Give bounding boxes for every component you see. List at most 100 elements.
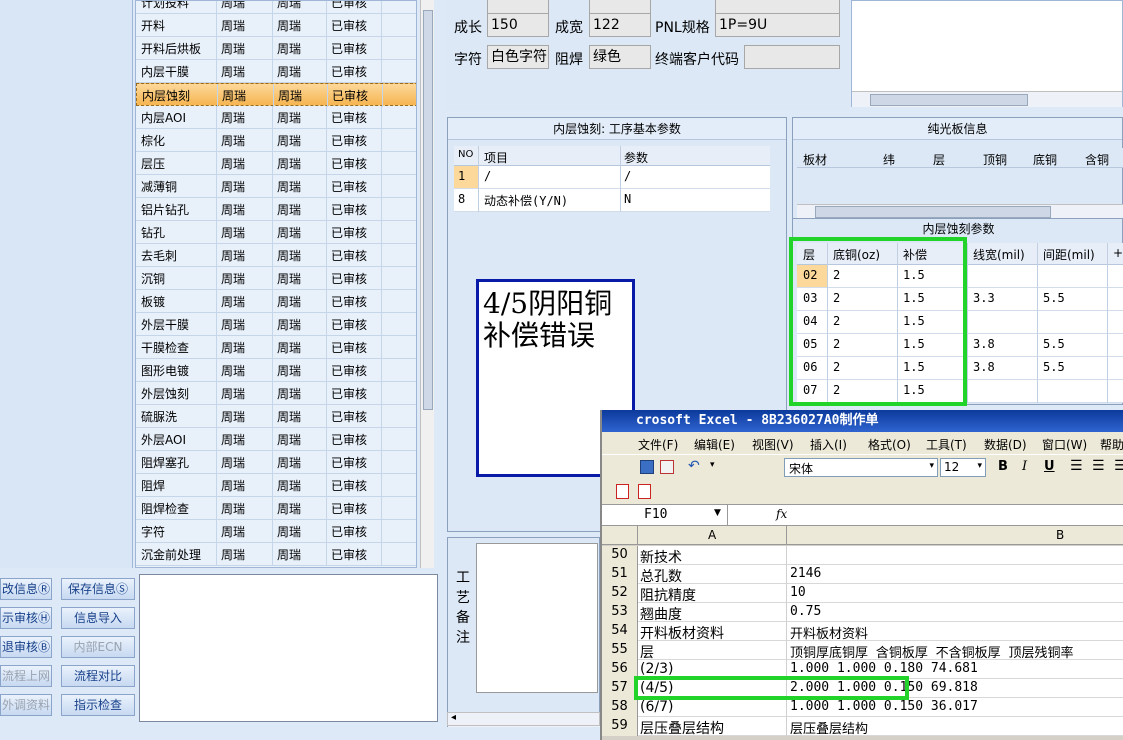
menu-item[interactable]: 窗口(W) xyxy=(1042,436,1087,453)
underline-icon[interactable]: U xyxy=(1044,459,1055,474)
list-item[interactable]: 开料后烘板 周瑞 周瑞 已审核 xyxy=(136,37,416,60)
menu-item[interactable]: 编辑(E) xyxy=(694,436,735,453)
table-row[interactable]: 8 动态补偿(Y/N) N xyxy=(454,189,770,212)
list-item[interactable]: 计划投料 周瑞 周瑞 已审核 xyxy=(136,1,416,14)
list-item[interactable]: 阻焊塞孔 周瑞 周瑞 已审核 xyxy=(136,451,416,474)
instruction-check-button[interactable]: 指示检查 xyxy=(61,694,135,716)
row-number[interactable]: 58 xyxy=(602,698,638,717)
scroll-left-icon[interactable]: ◂ xyxy=(451,712,456,723)
cell-a[interactable]: (6/7) xyxy=(640,699,673,715)
list-item[interactable]: 外层AOI 周瑞 周瑞 已审核 xyxy=(136,428,416,451)
row-number[interactable]: 56 xyxy=(602,660,638,679)
align-left-icon[interactable]: ☰ xyxy=(1070,458,1083,474)
table-row[interactable]: 59 层压叠层结构 层压叠层结构 xyxy=(602,717,1123,738)
edit-info-button[interactable]: 改信息Ⓡ xyxy=(0,578,52,600)
info-import-button[interactable]: 信息导入 xyxy=(61,607,135,629)
list-item[interactable]: 外层干膜 周瑞 周瑞 已审核 xyxy=(136,313,416,336)
table-row[interactable]: 50 新技术 xyxy=(602,546,1123,567)
menu-item[interactable]: 数据(D) xyxy=(984,436,1027,453)
list-item[interactable]: 外层蚀刻 周瑞 周瑞 已审核 xyxy=(136,382,416,405)
flow-upload-button[interactable]: 流程上网 xyxy=(0,665,52,687)
scrollbar-thumb[interactable] xyxy=(815,206,1051,218)
pnl-field[interactable]: 1P=9U xyxy=(715,13,840,37)
cell-b[interactable]: 顶铜厚底铜厚 含铜板厚 不含铜板厚 顶层残铜率 xyxy=(790,642,1073,661)
list-item[interactable]: 沉金前处理 周瑞 周瑞 已审核 xyxy=(136,543,416,566)
cell-b[interactable]: 层压叠层结构 xyxy=(790,718,868,737)
list-item[interactable]: 钻孔 周瑞 周瑞 已审核 xyxy=(136,221,416,244)
row-number[interactable]: 57 xyxy=(602,679,638,698)
undo-dropdown-icon[interactable]: ▾ xyxy=(710,460,715,470)
cell-a[interactable]: 新技术 xyxy=(640,547,682,567)
table-row[interactable]: 1 / / xyxy=(454,166,770,189)
notes-textarea[interactable] xyxy=(139,574,438,722)
save-icon[interactable] xyxy=(640,460,654,474)
menu-item[interactable]: 格式(O) xyxy=(868,436,911,453)
menu-item[interactable]: 插入(I) xyxy=(810,436,847,453)
excel-title-bar[interactable]: crosoft Excel - 8B236027A0制作单 xyxy=(602,410,1123,432)
width-field[interactable]: 122 xyxy=(589,13,651,37)
process-list-scrollbar[interactable] xyxy=(420,0,434,568)
menu-item[interactable]: 帮助 xyxy=(1100,436,1123,453)
row-number[interactable]: 54 xyxy=(602,622,638,641)
bottom-scrollbar[interactable]: ◂ xyxy=(447,712,600,726)
list-item[interactable]: 层压 周瑞 周瑞 已审核 xyxy=(136,152,416,175)
cell-a[interactable]: 翘曲度 xyxy=(640,604,682,624)
list-item[interactable]: 硫脲洗 周瑞 周瑞 已审核 xyxy=(136,405,416,428)
table-row[interactable]: 58 (6/7) 1.000 1.000 0.150 36.017 xyxy=(602,698,1123,717)
column-a-header[interactable]: A xyxy=(708,528,716,542)
save-info-button[interactable]: 保存信息Ⓢ xyxy=(61,578,135,600)
growth-field[interactable]: 150 xyxy=(487,13,549,37)
menu-item[interactable]: 视图(V) xyxy=(752,436,794,453)
table-row[interactable]: 53 翘曲度 0.75 xyxy=(602,603,1123,624)
scrollbar-thumb[interactable] xyxy=(423,10,433,410)
align-center-icon[interactable]: ☰ xyxy=(1092,458,1105,474)
cell-a[interactable]: 层压叠层结构 xyxy=(640,718,724,738)
pdf-mail-icon[interactable] xyxy=(638,484,651,499)
row-number[interactable]: 52 xyxy=(602,584,638,603)
cell-b[interactable]: 1.000 1.000 0.180 74.681 xyxy=(790,661,978,676)
menu-item[interactable]: 文件(F) xyxy=(638,436,678,453)
bold-icon[interactable]: B xyxy=(998,459,1008,474)
mask-field[interactable]: 绿色 xyxy=(589,45,651,69)
cell-a[interactable]: (2/3) xyxy=(640,661,673,677)
list-item[interactable]: 内层干膜 周瑞 周瑞 已审核 xyxy=(136,60,416,83)
basic-params-grid[interactable]: NO 项目 参数 1 / / 8 动态补偿(Y/N) N xyxy=(454,146,770,212)
list-item[interactable]: 沉铜 周瑞 周瑞 已审核 xyxy=(136,267,416,290)
internal-ecn-button[interactable]: 内部ECN xyxy=(61,636,135,658)
cell-b[interactable]: 2146 xyxy=(790,566,821,581)
list-item[interactable]: 减薄铜 周瑞 周瑞 已审核 xyxy=(136,175,416,198)
table-row[interactable]: 55 层 顶铜厚底铜厚 含铜板厚 不含铜板厚 顶层残铜率 xyxy=(602,641,1123,662)
print-icon[interactable] xyxy=(660,460,674,474)
list-item[interactable]: 开料 周瑞 周瑞 已审核 xyxy=(136,14,416,37)
table-row[interactable]: 51 总孔数 2146 xyxy=(602,565,1123,586)
cell-a[interactable]: 总孔数 xyxy=(640,566,682,586)
row-number[interactable]: 50 xyxy=(602,546,638,565)
revert-review-button[interactable]: 退审核Ⓑ xyxy=(0,636,52,658)
external-data-button[interactable]: 外调资料 xyxy=(0,694,52,716)
flow-compare-button[interactable]: 流程对比 xyxy=(61,665,135,687)
list-item[interactable]: 图形电镀 周瑞 周瑞 已审核 xyxy=(136,359,416,382)
cell-b[interactable]: 1.000 1.000 0.150 36.017 xyxy=(790,699,978,714)
char-field[interactable]: 白色字符 xyxy=(487,45,549,69)
menu-item[interactable]: 工具(T) xyxy=(926,436,967,453)
cell-a[interactable]: 层 xyxy=(640,642,654,662)
list-item[interactable]: 字符 周瑞 周瑞 已审核 xyxy=(136,520,416,543)
process-list[interactable]: 计划投料 周瑞 周瑞 已审核 开料 周瑞 周瑞 已审核 开料后烘板 周瑞 周瑞 已审核 内层干膜 周瑞 周瑞… xyxy=(135,0,417,568)
craft-notes-input[interactable] xyxy=(476,543,598,693)
cell-a[interactable]: 阻抗精度 xyxy=(640,585,696,605)
list-item[interactable]: 棕化 周瑞 周瑞 已审核 xyxy=(136,129,416,152)
font-name-select[interactable]: 宋体 ▾ xyxy=(784,458,938,477)
list-item[interactable]: 内层蚀刻 周瑞 周瑞 已审核 xyxy=(136,83,416,107)
list-item[interactable]: 阻焊检查 周瑞 周瑞 已审核 xyxy=(136,497,416,520)
scrollbar-thumb[interactable] xyxy=(870,94,1028,106)
list-item[interactable]: 内层AOI 周瑞 周瑞 已审核 xyxy=(136,106,416,129)
customer-field[interactable] xyxy=(744,45,840,69)
list-item[interactable]: 干膜检查 周瑞 周瑞 已审核 xyxy=(136,336,416,359)
cell-b[interactable]: 10 xyxy=(790,585,806,600)
undo-icon[interactable]: ↶ xyxy=(688,458,700,474)
cell-a[interactable]: 开料板材资料 xyxy=(640,623,724,643)
cell-b[interactable]: 0.75 xyxy=(790,604,821,619)
table-row[interactable]: 54 开料板材资料 开料板材资料 xyxy=(602,622,1123,643)
horizontal-scrollbar[interactable] xyxy=(852,91,1122,107)
font-size-select[interactable]: 12 ▾ xyxy=(940,458,986,477)
